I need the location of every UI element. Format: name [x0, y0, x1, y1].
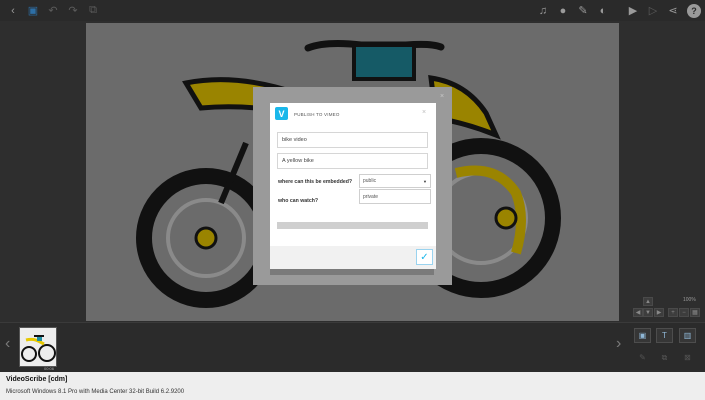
- timeline-strip: ‹ 00:06 › ▣ T ▥ ✎ ⧉ ⊠: [0, 322, 705, 372]
- timeline-prev-arrow[interactable]: ‹: [5, 335, 10, 353]
- zoom-out-button[interactable]: −: [679, 308, 689, 317]
- pan-down-button[interactable]: ▼: [643, 308, 653, 317]
- add-image-button[interactable]: ▣: [634, 328, 651, 343]
- share-icon[interactable]: ⋖: [664, 2, 682, 20]
- back-icon[interactable]: ‹: [4, 2, 22, 20]
- video-description-field[interactable]: A yellow bike: [277, 153, 428, 169]
- pen-icon[interactable]: ✎: [574, 2, 592, 20]
- delete-icon: ⊠: [684, 353, 691, 362]
- videoscribe-window: ‹ ▣ ↶ ↷ ⧉ ♫ ● ✎ ◐ ▶ ▷ ⋖ ? 100% ▲ ◀ ▼ ▶ +…: [0, 0, 705, 372]
- edit-icon: ✎: [639, 353, 646, 362]
- add-text-button[interactable]: T: [656, 328, 673, 343]
- caption-title: VideoScribe [cdm]: [6, 376, 68, 383]
- close-icon[interactable]: ×: [422, 109, 426, 116]
- delete-button[interactable]: ⊠: [679, 350, 696, 365]
- zoom-level: 100%: [683, 297, 696, 303]
- embed-select[interactable]: public ▼: [359, 174, 431, 188]
- undo-icon[interactable]: ↶: [44, 2, 62, 20]
- copy-icon[interactable]: ⧉: [84, 2, 102, 20]
- zoom-in-button[interactable]: +: [668, 308, 678, 317]
- microphone-icon[interactable]: ●: [554, 2, 572, 20]
- upload-progress-bar: [277, 222, 428, 229]
- text-icon: T: [662, 331, 667, 340]
- pan-right-button[interactable]: ▶: [654, 308, 664, 317]
- top-toolbar: ‹ ▣ ↶ ↷ ⧉ ♫ ● ✎ ◐ ▶ ▷ ⋖ ?: [0, 0, 705, 21]
- publish-to-vimeo-dialog: V PUBLISH TO VIMEO × bike video A yellow…: [270, 103, 436, 269]
- embed-option-private[interactable]: private: [359, 189, 431, 204]
- backdrop-close-icon[interactable]: ×: [440, 93, 444, 100]
- thumbnail-duration: 00:06: [44, 366, 55, 371]
- caption-subtitle: Microsoft Windows 8.1 Pro with Media Cen…: [6, 389, 185, 395]
- timeline-thumbnail[interactable]: [19, 327, 57, 367]
- save-icon[interactable]: ▣: [24, 2, 42, 20]
- vimeo-logo-icon: V: [275, 107, 288, 120]
- music-icon[interactable]: ♫: [534, 2, 552, 20]
- play-icon[interactable]: ▶: [624, 2, 642, 20]
- confirm-button[interactable]: ✓: [416, 249, 433, 265]
- bike-thumbnail-icon: [21, 335, 56, 362]
- duplicate-icon: ⧉: [661, 352, 668, 362]
- redo-icon[interactable]: ↷: [64, 2, 82, 20]
- dialog-title: PUBLISH TO VIMEO: [294, 112, 340, 117]
- dialog-bottom-shadow: [270, 269, 434, 275]
- timeline-next-arrow[interactable]: ›: [616, 335, 621, 353]
- duplicate-button[interactable]: ⧉: [656, 350, 673, 365]
- preview-icon[interactable]: ▷: [644, 2, 662, 20]
- image-icon: ▣: [638, 331, 647, 340]
- zoom-fit-button[interactable]: ▦: [690, 308, 700, 317]
- chart-icon: ▥: [683, 331, 692, 340]
- pan-up-button[interactable]: ▲: [643, 297, 653, 306]
- pan-left-button[interactable]: ◀: [633, 308, 643, 317]
- add-chart-button[interactable]: ▥: [679, 328, 696, 343]
- checkmark-icon: ✓: [420, 251, 429, 263]
- help-icon[interactable]: ?: [687, 3, 701, 18]
- dialog-footer: [270, 246, 436, 269]
- embed-selected-value: public: [363, 178, 377, 184]
- embed-label: where can this be embedded?: [278, 179, 353, 185]
- edit-button[interactable]: ✎: [634, 350, 651, 365]
- caption-bar: VideoScribe [cdm] Microsoft Windows 8.1 …: [0, 372, 705, 400]
- watch-label: who can watch?: [278, 198, 319, 204]
- chevron-down-icon: ▼: [423, 179, 427, 184]
- palette-icon[interactable]: ◐: [594, 2, 612, 20]
- video-title-field[interactable]: bike video: [277, 132, 428, 148]
